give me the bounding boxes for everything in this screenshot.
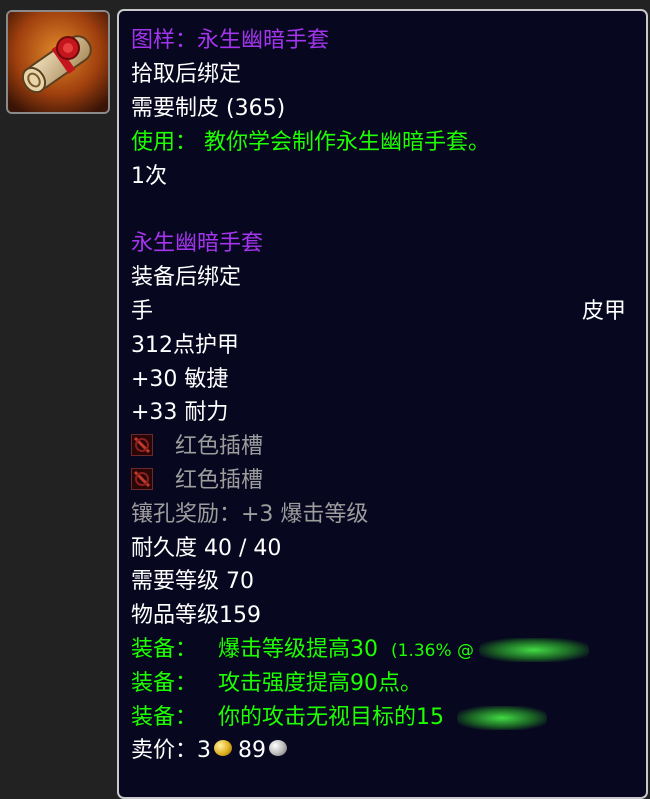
equip-prefix: 装备： [131, 705, 198, 730]
gold-amount: 3 [197, 738, 212, 763]
item-icon[interactable] [6, 10, 110, 114]
required-level: 需要等级 70 [131, 569, 254, 594]
item-name: 永生幽暗手套 [131, 231, 264, 256]
socket-label: 红色插槽 [175, 434, 264, 459]
bind-on-pickup: 拾取后绑定 [131, 62, 242, 87]
obscured-glow [457, 706, 547, 730]
socket-row: 红色插槽 [131, 464, 263, 498]
gold-coin-icon [214, 740, 233, 756]
obscured-glow [479, 638, 589, 662]
item-level: 物品等级159 [131, 603, 261, 628]
socket-bonus: 镶孔奖励：+3 爆击等级 [131, 502, 369, 527]
required-skill: 需要制皮 (365) [131, 96, 286, 121]
equip-effect: 装备： 你的攻击无视目标的15 [131, 701, 444, 735]
equip-text: 攻击强度提高90点。 [218, 671, 423, 696]
sell-label: 卖价： [131, 738, 198, 763]
pattern-scroll-icon [8, 12, 108, 112]
bind-on-equip: 装备后绑定 [131, 265, 242, 290]
armor-type: 皮甲 [581, 299, 626, 324]
equip-text: 爆击等级提高30 [218, 637, 379, 662]
durability: 耐久度 40 / 40 [131, 536, 282, 561]
red-socket-icon [131, 468, 153, 490]
equip-text: 你的攻击无视目标的15 [218, 705, 445, 730]
equip-prefix: 装备： [131, 671, 198, 696]
stamina-stat: +33 耐力 [131, 400, 229, 425]
silver-amount: 89 [238, 738, 267, 763]
socket-label: 红色插槽 [175, 468, 264, 493]
silver-coin-icon [269, 740, 288, 756]
equip-prefix: 装备： [131, 637, 198, 662]
charges: 1次 [131, 164, 167, 189]
equip-effect: 装备： 爆击等级提高30 (1.36% @ [131, 633, 474, 667]
red-socket-icon [131, 434, 153, 456]
sell-price: 卖价：3 89 [131, 734, 293, 768]
pattern-title: 图样：永生幽暗手套 [131, 28, 330, 53]
item-slot: 手 [131, 299, 154, 324]
item-tooltip: 图样：永生幽暗手套 拾取后绑定 需要制皮 (365) 使用： 教你学会制作永生幽… [117, 9, 648, 799]
agility-stat: +30 敏捷 [131, 367, 229, 392]
socket-row: 红色插槽 [131, 430, 263, 464]
slot-row: 手 皮甲 [131, 295, 636, 329]
use-effect: 使用： 教你学会制作永生幽暗手套。 [131, 130, 490, 155]
equip-effect: 装备： 攻击强度提高90点。 [131, 667, 422, 701]
armor-value: 312点护甲 [131, 333, 239, 358]
equip-extra: (1.36% @ [391, 641, 475, 661]
